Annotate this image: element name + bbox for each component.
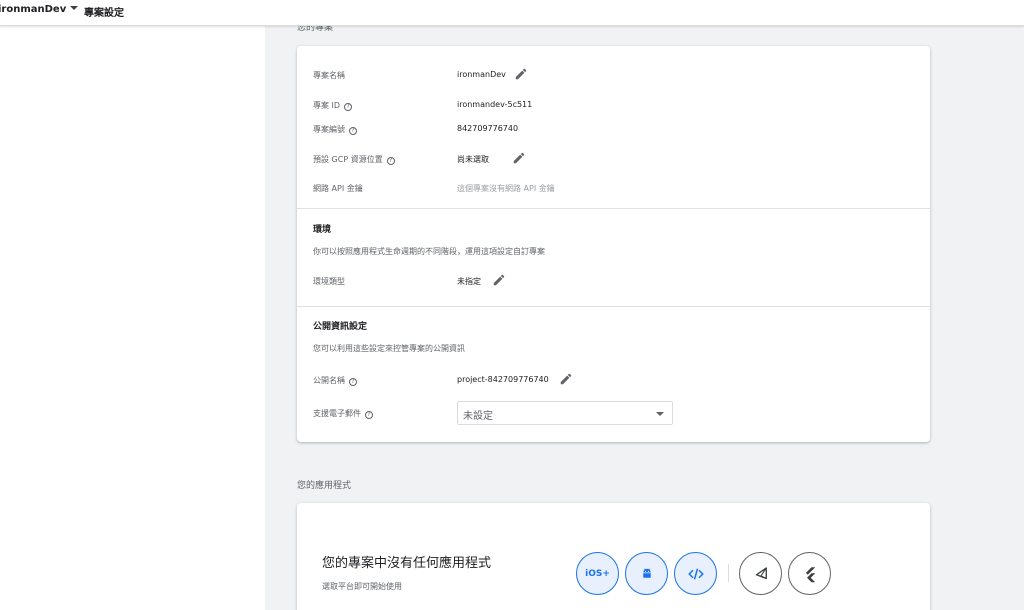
public-name-label: 公開名稱? [313, 375, 357, 386]
ios-icon: iOS+ [585, 568, 610, 579]
environment-type-label: 環境類型 [313, 277, 345, 286]
project-number-label: 專案編號? [313, 124, 357, 135]
add-ios-app-button[interactable]: iOS+ [576, 552, 619, 595]
support-email-select-value: 未設定 [463, 411, 493, 422]
public-name-row: 公開名稱? project-842709776740 [313, 372, 914, 390]
public-name-value: project-842709776740 [457, 375, 549, 384]
project-id-value: ironmandev-5c511 [457, 100, 533, 109]
project-switcher[interactable]: ironmanDev [0, 4, 79, 15]
help-icon[interactable]: ? [349, 378, 357, 386]
help-icon[interactable]: ? [349, 127, 357, 135]
project-id-label-text: 專案 ID [313, 101, 341, 110]
section-title-your-apps: 您的應用程式 [297, 481, 352, 491]
help-icon[interactable]: ? [365, 411, 373, 419]
top-bar: ironmanDev 專案設定 [0, 0, 1024, 26]
project-id-row: 專案 ID? ironmandev-5c511 [313, 97, 914, 115]
add-web-app-button[interactable] [674, 552, 717, 595]
project-name-value: ironmanDev [457, 70, 506, 79]
public-settings-description: 您可以利用這些設定來控管專案的公開資訊 [313, 344, 465, 353]
web-code-icon [687, 568, 704, 579]
android-icon [642, 568, 651, 578]
edit-pencil-icon[interactable] [492, 273, 506, 287]
add-android-app-button[interactable] [625, 552, 668, 595]
help-icon[interactable]: ? [344, 103, 353, 111]
api-key-row: 網路 API 金鑰 這個專案沒有網路 API 金鑰 [313, 180, 914, 198]
environment-type-value: 未指定 [457, 277, 481, 286]
no-apps-heading: 您的專案中沒有任何應用程式 [322, 556, 492, 571]
add-flutter-app-button[interactable] [788, 552, 831, 595]
divider [297, 208, 930, 209]
public-settings-title: 公開資訊設定 [313, 322, 368, 332]
edit-pencil-icon[interactable] [512, 151, 526, 165]
api-key-label: 網路 API 金鑰 [313, 184, 363, 193]
support-email-label: 支援電子郵件? [313, 408, 373, 419]
dropdown-arrow-icon [656, 412, 664, 416]
platform-divider [728, 564, 729, 582]
left-panel [0, 26, 265, 610]
gcp-location-value: 尚未選取 [457, 155, 489, 164]
project-settings-card: 專案名稱 ironmanDev 專案 ID? ironmandev-5c511 … [297, 46, 930, 442]
breadcrumb: 專案設定 [84, 8, 124, 19]
support-email-label-text: 支援電子郵件 [313, 409, 361, 418]
project-number-value: 842709776740 [457, 124, 519, 133]
api-key-value: 這個專案沒有網路 API 金鑰 [457, 184, 555, 193]
divider [297, 306, 930, 307]
flutter-icon [805, 566, 815, 582]
project-number-row: 專案編號? 842709776740 [313, 121, 914, 139]
public-name-label-text: 公開名稱 [313, 376, 345, 385]
project-number-label-text: 專案編號 [313, 125, 345, 134]
edit-pencil-icon[interactable] [514, 67, 528, 81]
gcp-location-row: 預設 GCP 資源位置? 尚未選取 [313, 151, 914, 169]
project-switcher-label: ironmanDev [0, 4, 67, 15]
gcp-location-label-text: 預設 GCP 資源位置 [313, 155, 383, 164]
no-apps-subtext: 選取平台即可開始使用 [322, 582, 402, 591]
caret-down-icon [70, 6, 79, 10]
environment-title: 環境 [313, 225, 332, 235]
gcp-location-label: 預設 GCP 資源位置? [313, 154, 395, 165]
project-name-row: 專案名稱 ironmanDev [313, 67, 914, 85]
project-name-label: 專案名稱 [313, 71, 345, 80]
help-icon[interactable]: ? [386, 157, 395, 165]
unity-icon [755, 566, 767, 579]
edit-pencil-icon[interactable] [559, 372, 573, 386]
environment-type-row: 環境類型 未指定 [313, 273, 914, 291]
environment-description: 你可以按照應用程式生命週期的不同階段，運用這項設定自訂專案 [313, 247, 545, 256]
project-id-label: 專案 ID? [313, 100, 353, 111]
add-unity-app-button[interactable] [739, 552, 782, 595]
support-email-select[interactable]: 未設定 [457, 401, 673, 425]
apps-card: 您的專案中沒有任何應用程式 選取平台即可開始使用 iOS+ [297, 503, 930, 610]
